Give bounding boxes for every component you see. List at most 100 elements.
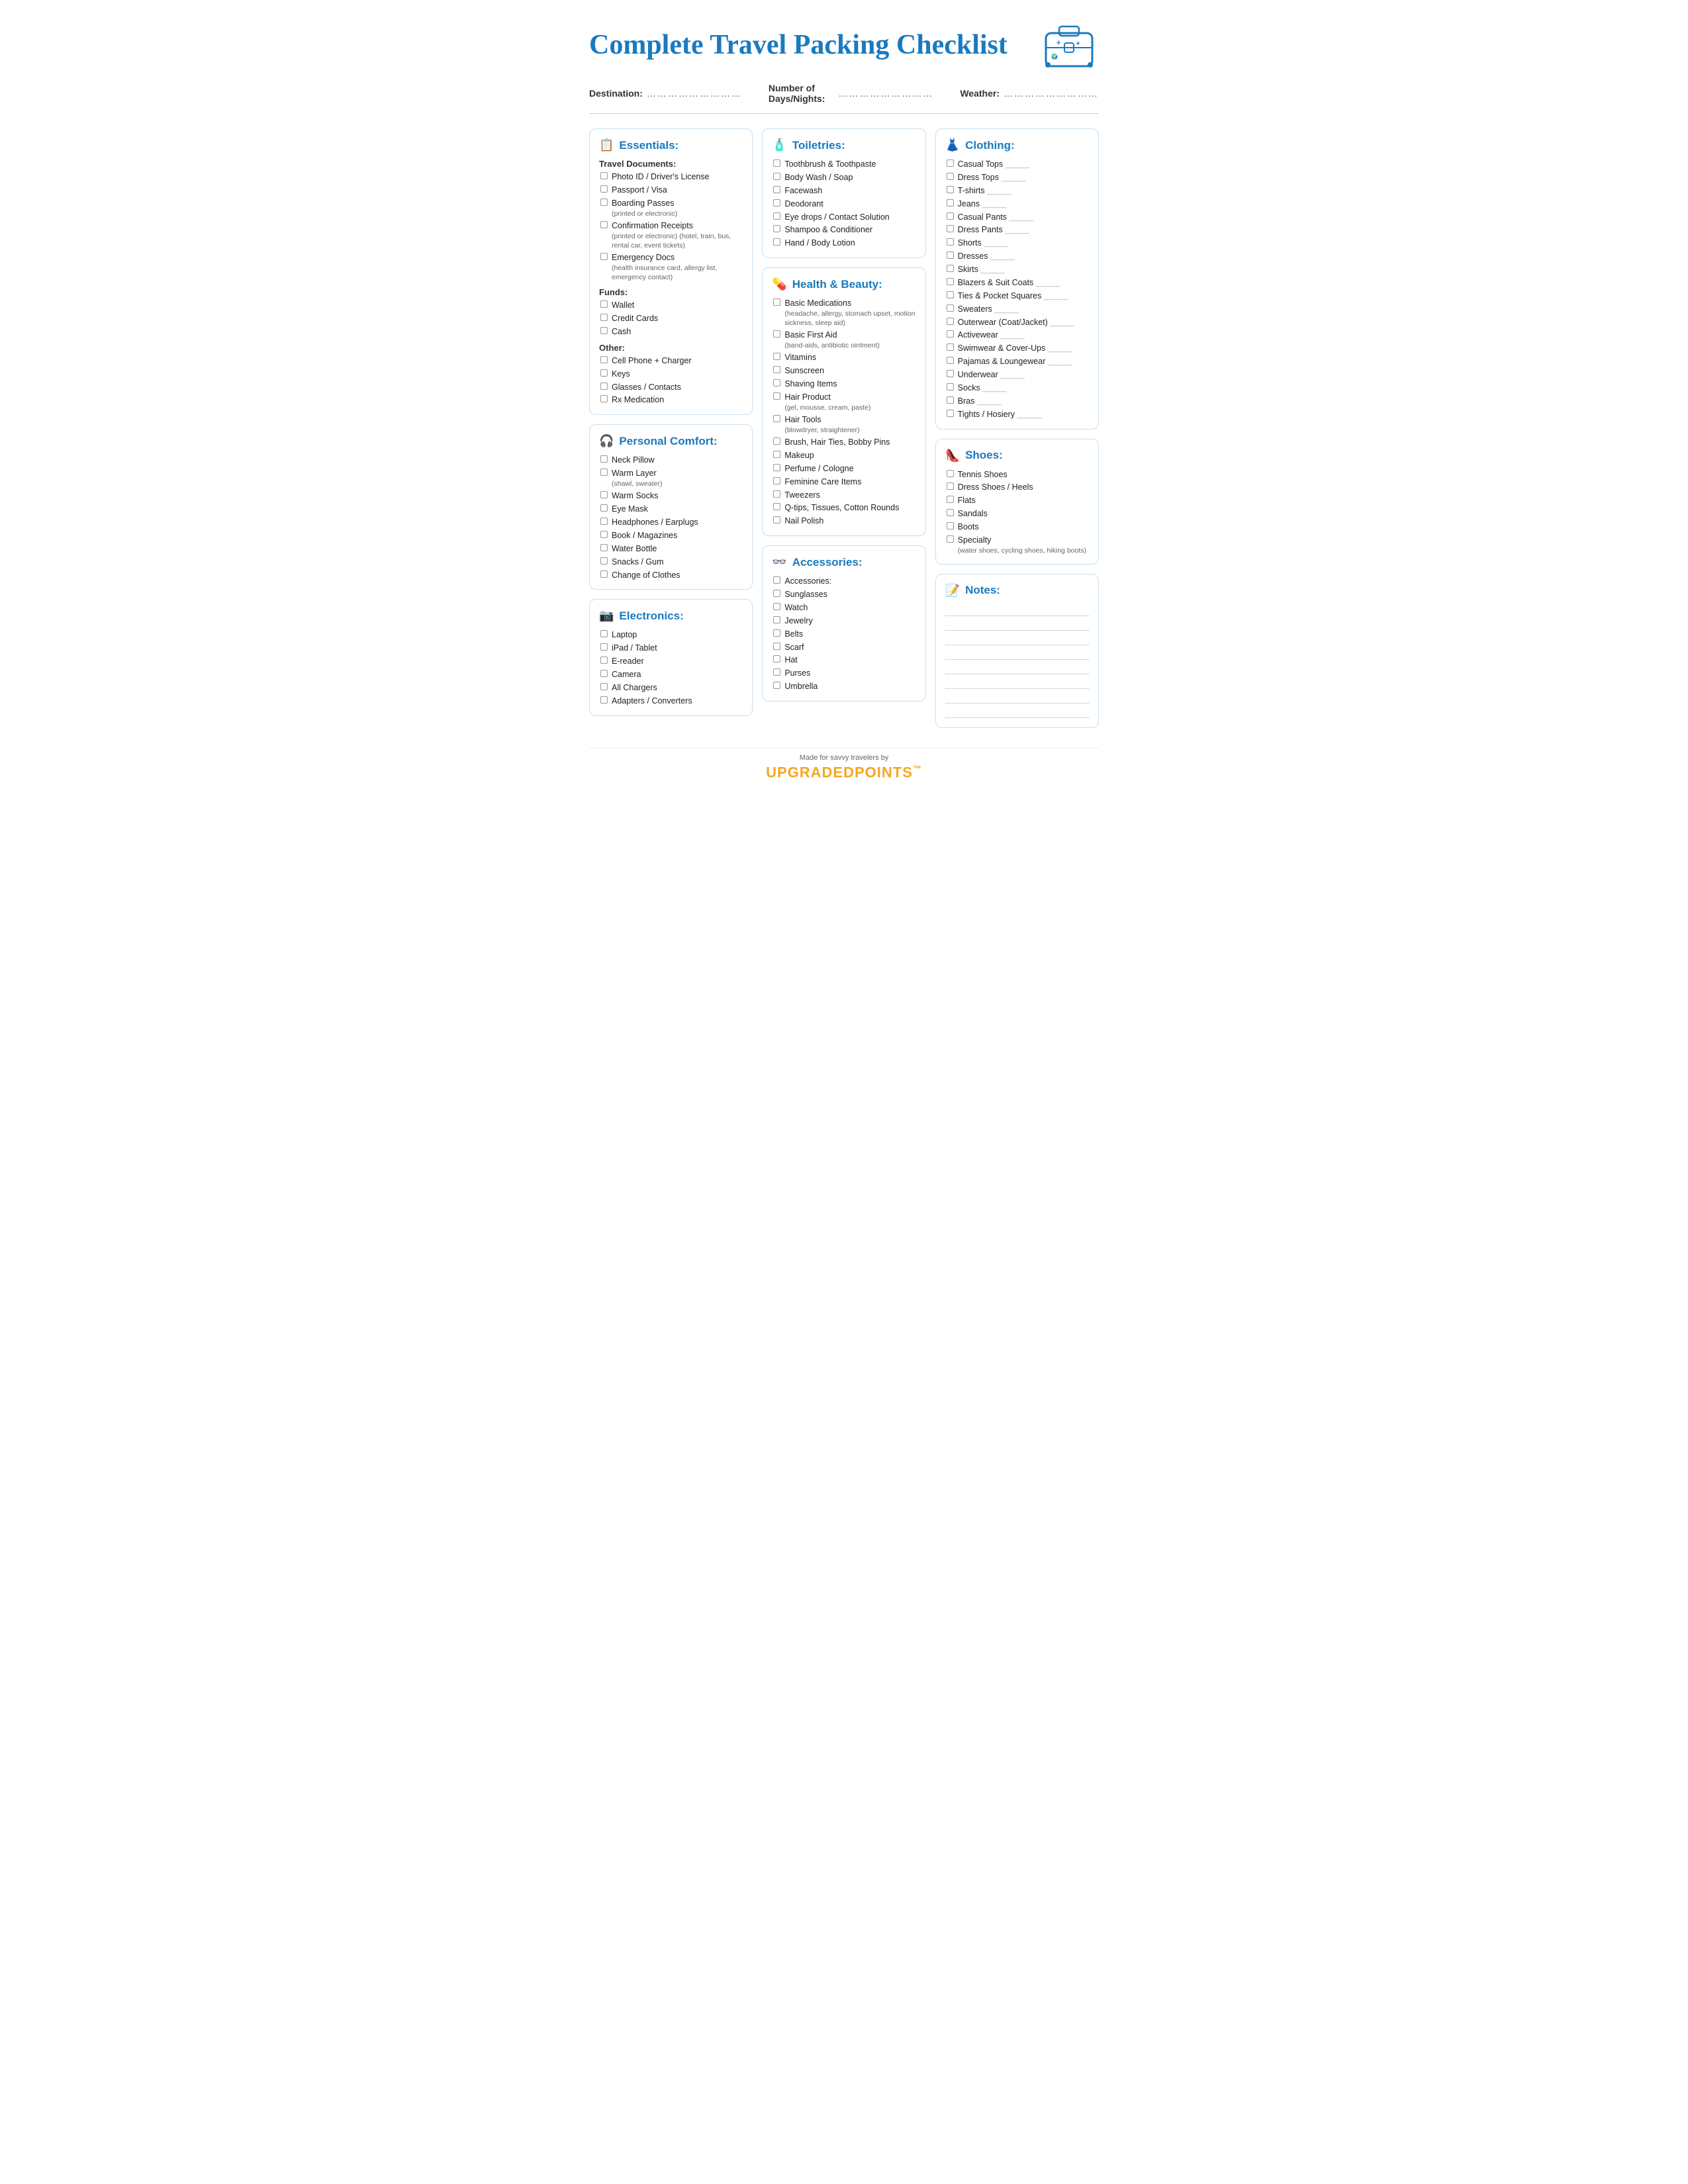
list-item[interactable]: Umbrella [772, 681, 915, 692]
checkbox[interactable] [947, 522, 954, 529]
checkbox[interactable] [947, 343, 954, 351]
list-item[interactable]: Purses [772, 668, 915, 679]
checkbox[interactable] [600, 314, 608, 321]
checkbox[interactable] [947, 470, 954, 477]
checkbox[interactable] [600, 253, 608, 260]
list-item[interactable]: Hair Tools(blowdryer, straightener) [772, 414, 915, 435]
checkbox[interactable] [600, 643, 608, 651]
list-item[interactable]: Watch [772, 602, 915, 614]
checkbox[interactable] [947, 251, 954, 259]
list-item[interactable]: Jewelry [772, 615, 915, 627]
list-item[interactable]: Basic Medications(headache, allergy, sto… [772, 298, 915, 328]
checkbox[interactable] [773, 199, 780, 206]
list-item[interactable]: Casual Pants ______ [945, 212, 1089, 223]
list-item[interactable]: Sunscreen [772, 365, 915, 377]
checkbox[interactable] [773, 186, 780, 193]
list-item[interactable]: Cell Phone + Charger [599, 355, 743, 367]
checkbox[interactable] [947, 396, 954, 404]
list-item[interactable]: Swimwear & Cover-Ups ______ [945, 343, 1089, 354]
checkbox[interactable] [600, 630, 608, 637]
checkbox[interactable] [947, 482, 954, 490]
list-item[interactable]: Dress Pants ______ [945, 224, 1089, 236]
list-item[interactable]: Sweaters ______ [945, 304, 1089, 315]
list-item[interactable]: Confirmation Receipts(printed or electro… [599, 220, 743, 250]
checkbox[interactable] [600, 199, 608, 206]
checkbox[interactable] [773, 212, 780, 220]
list-item[interactable]: Feminine Care Items [772, 477, 915, 488]
list-item[interactable]: Warm Layer(shawl, sweater) [599, 468, 743, 488]
checkbox[interactable] [947, 186, 954, 193]
list-item[interactable]: Belts [772, 629, 915, 640]
checkbox[interactable] [773, 490, 780, 498]
checkbox[interactable] [947, 173, 954, 180]
checkbox[interactable] [600, 544, 608, 551]
list-item[interactable]: Emergency Docs(health insurance card, al… [599, 252, 743, 282]
checkbox[interactable] [773, 576, 780, 584]
checkbox[interactable] [773, 415, 780, 422]
checkbox[interactable] [947, 159, 954, 167]
list-item[interactable]: Brush, Hair Ties, Bobby Pins [772, 437, 915, 448]
list-item[interactable]: Boots [945, 522, 1089, 533]
list-item[interactable]: Bras ______ [945, 396, 1089, 407]
checkbox[interactable] [947, 509, 954, 516]
list-item[interactable]: Dress Tops ______ [945, 172, 1089, 183]
checkbox[interactable] [947, 265, 954, 272]
checkbox[interactable] [600, 172, 608, 179]
list-item[interactable]: Rx Medication [599, 394, 743, 406]
checkbox[interactable] [947, 278, 954, 285]
list-item[interactable]: iPad / Tablet [599, 643, 743, 654]
checkbox[interactable] [947, 496, 954, 503]
checkbox[interactable] [600, 696, 608, 704]
checkbox[interactable] [773, 655, 780, 662]
checkbox[interactable] [773, 366, 780, 373]
list-item[interactable]: Hair Product(gel, mousse, cream, paste) [772, 392, 915, 412]
list-item[interactable]: Laptop [599, 629, 743, 641]
list-item[interactable]: Eye drops / Contact Solution [772, 212, 915, 223]
list-item[interactable]: Pajamas & Loungewear ______ [945, 356, 1089, 367]
list-item[interactable]: T-shirts ______ [945, 185, 1089, 197]
list-item[interactable]: Eye Mask [599, 504, 743, 515]
list-item[interactable]: Deodorant [772, 199, 915, 210]
checkbox[interactable] [773, 238, 780, 246]
checkbox[interactable] [947, 199, 954, 206]
list-item[interactable]: Nail Polish [772, 516, 915, 527]
checkbox[interactable] [947, 304, 954, 312]
list-item[interactable]: Neck Pillow [599, 455, 743, 466]
checkbox[interactable] [773, 603, 780, 610]
list-item[interactable]: Jeans ______ [945, 199, 1089, 210]
list-item[interactable]: Dress Shoes / Heels [945, 482, 1089, 493]
list-item[interactable]: Basic First Aid(band-aids, antibiotic oi… [772, 330, 915, 350]
checkbox[interactable] [773, 353, 780, 360]
list-item[interactable]: Change of Clothes [599, 570, 743, 581]
list-item[interactable]: Hand / Body Lotion [772, 238, 915, 249]
checkbox[interactable] [600, 327, 608, 334]
checkbox[interactable] [947, 383, 954, 390]
checkbox[interactable] [600, 657, 608, 664]
list-item[interactable]: E-reader [599, 656, 743, 667]
list-item[interactable]: Sandals [945, 508, 1089, 520]
list-item[interactable]: Socks ______ [945, 383, 1089, 394]
checkbox[interactable] [600, 491, 608, 498]
checkbox[interactable] [947, 291, 954, 298]
checkbox[interactable] [600, 395, 608, 402]
checkbox[interactable] [600, 383, 608, 390]
list-item[interactable]: Book / Magazines [599, 530, 743, 541]
list-item[interactable]: Sunglasses [772, 589, 915, 600]
checkbox[interactable] [773, 590, 780, 597]
list-item[interactable]: Photo ID / Driver's License [599, 171, 743, 183]
list-item[interactable]: Tights / Hosiery ______ [945, 409, 1089, 420]
list-item[interactable]: Q-tips, Tissues, Cotton Rounds [772, 502, 915, 514]
checkbox[interactable] [947, 212, 954, 220]
checkbox[interactable] [947, 535, 954, 543]
checkbox[interactable] [600, 518, 608, 525]
list-item[interactable]: Accessories: [772, 576, 915, 587]
list-item[interactable]: Water Bottle [599, 543, 743, 555]
list-item[interactable]: Dresses ______ [945, 251, 1089, 262]
checkbox[interactable] [773, 682, 780, 689]
checkbox[interactable] [773, 516, 780, 523]
checkbox[interactable] [947, 370, 954, 377]
list-item[interactable]: Perfume / Cologne [772, 463, 915, 475]
checkbox[interactable] [773, 330, 780, 338]
checkbox[interactable] [600, 185, 608, 193]
list-item[interactable]: Shaving Items [772, 379, 915, 390]
